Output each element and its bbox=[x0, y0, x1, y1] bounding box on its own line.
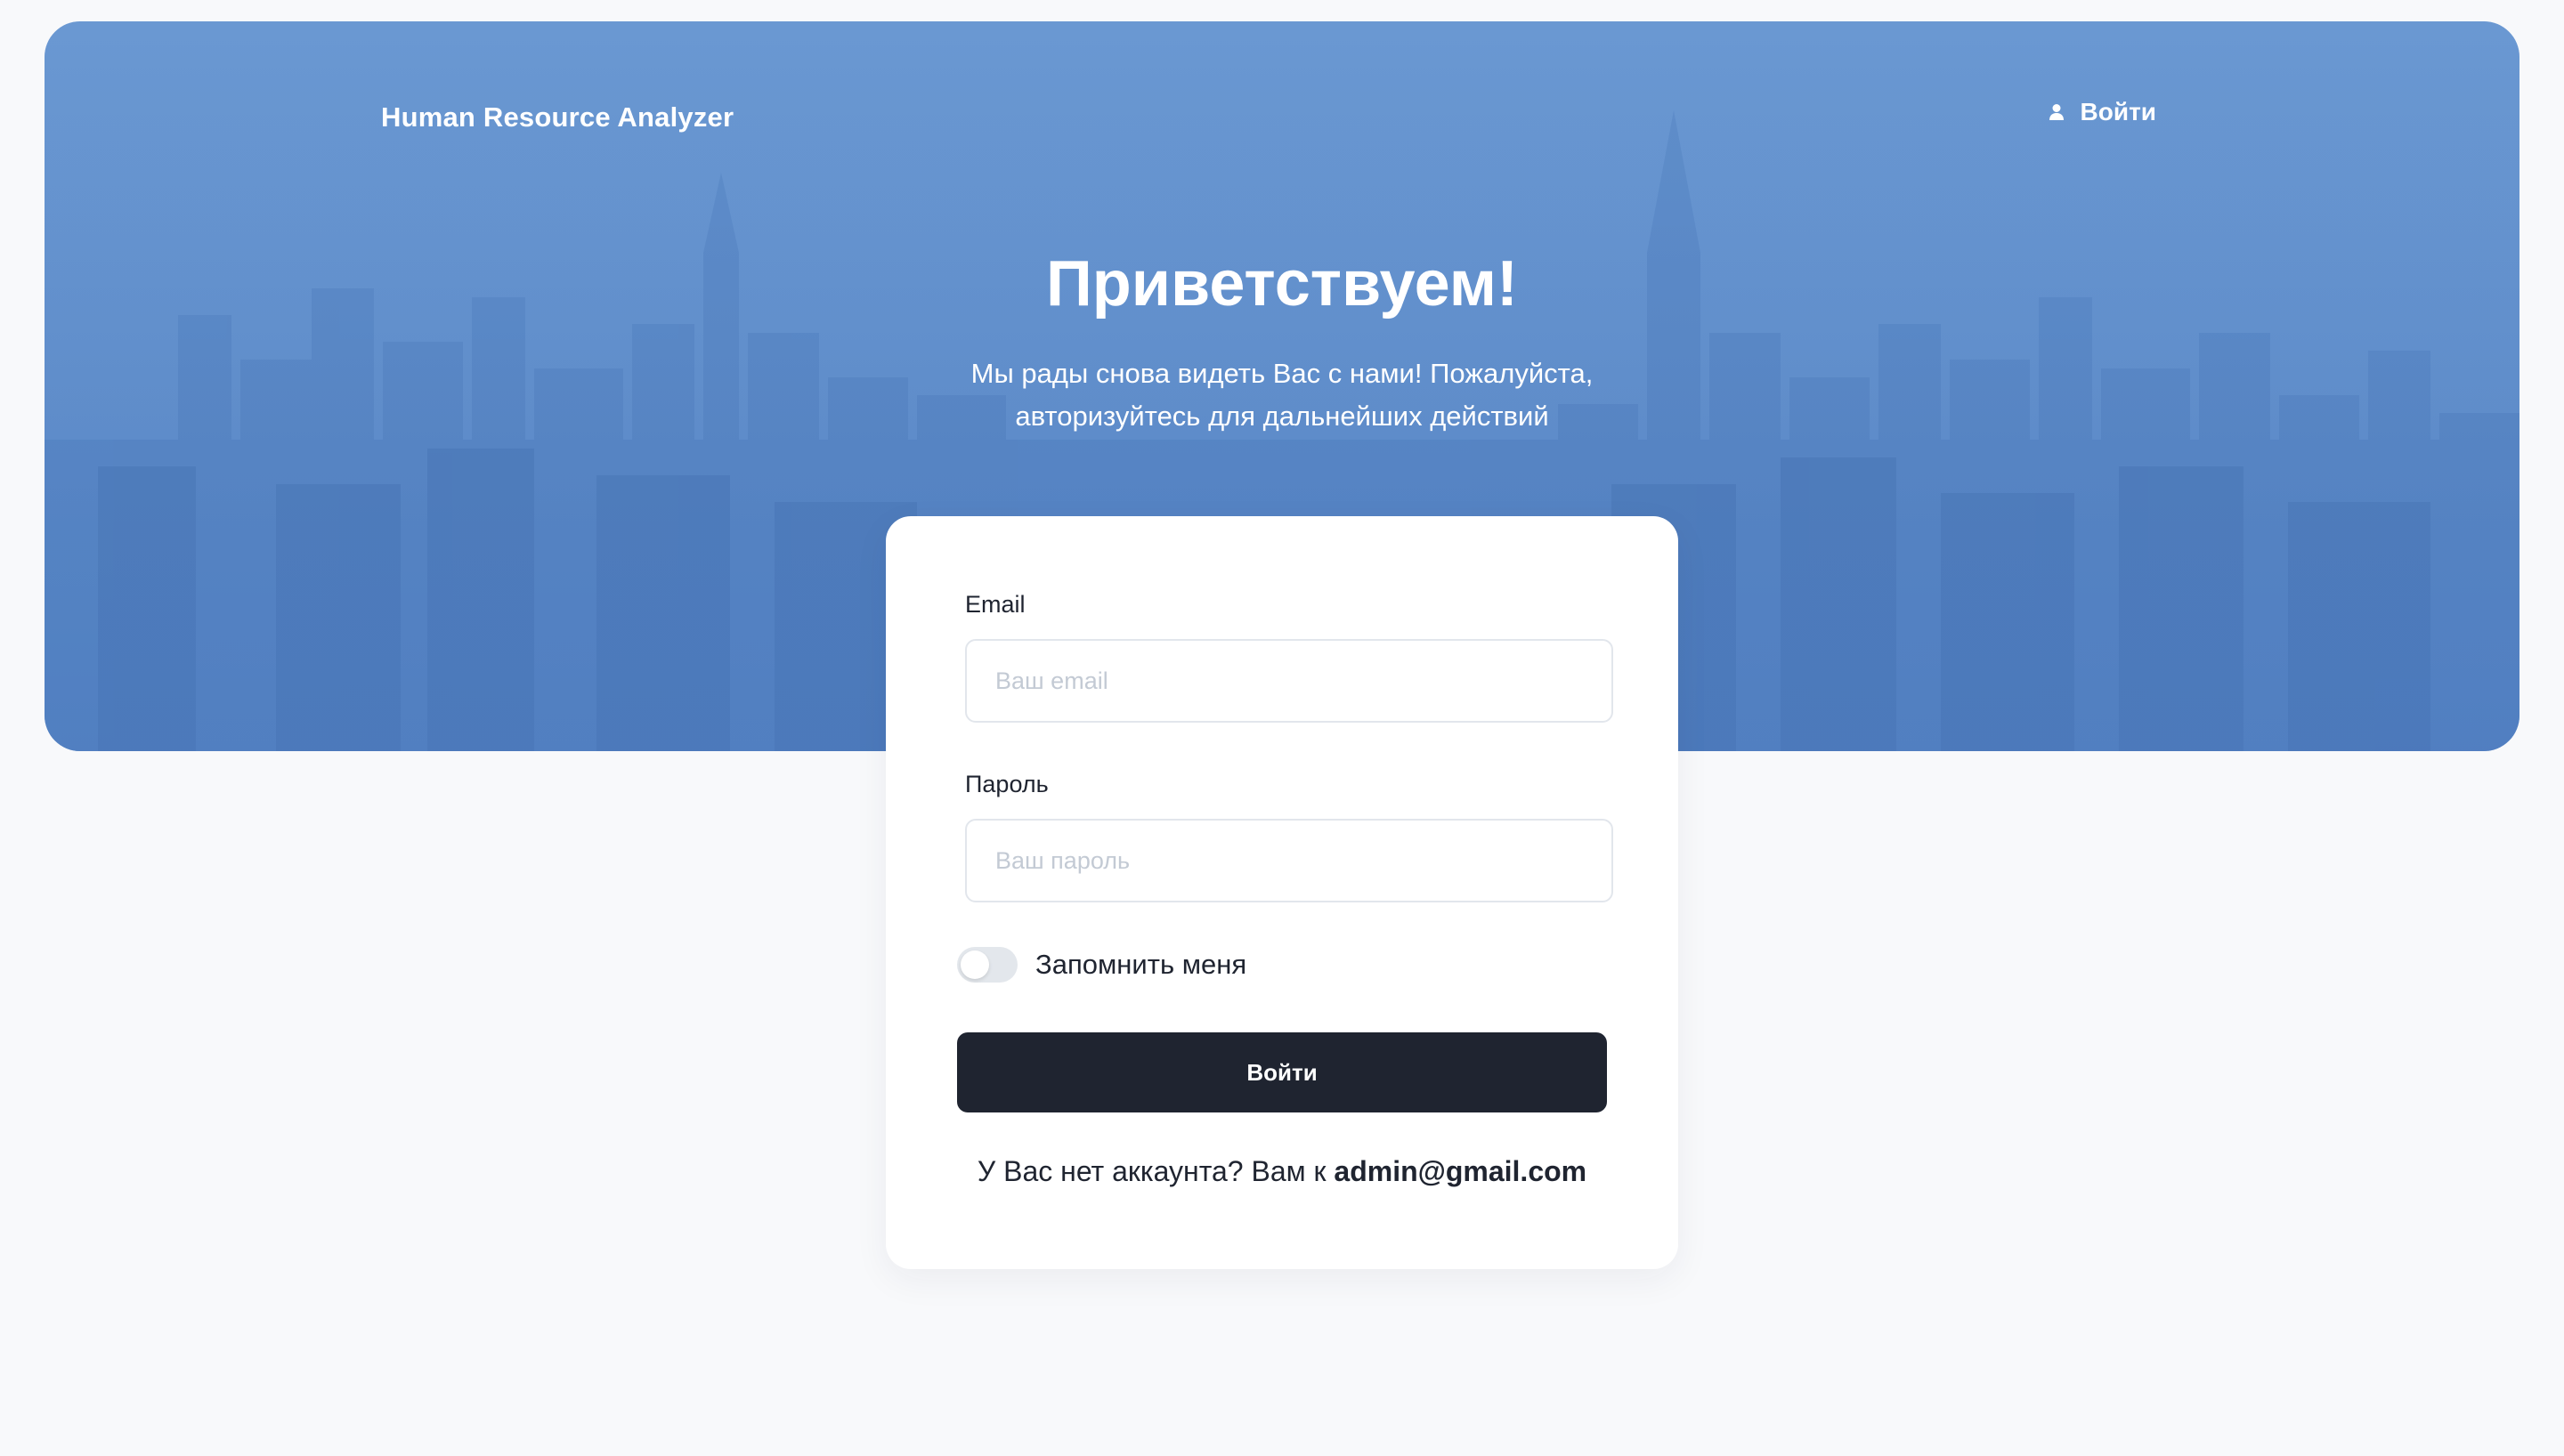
hero-title: Приветствуем! bbox=[1046, 248, 1518, 320]
header-login-link[interactable]: Войти bbox=[2049, 98, 2156, 126]
email-label: Email bbox=[965, 591, 1026, 618]
no-account-prefix: У Вас нет аккаунта? Вам к bbox=[977, 1155, 1327, 1187]
remember-me-toggle[interactable] bbox=[957, 947, 1018, 983]
email-field[interactable] bbox=[965, 639, 1613, 723]
remember-me-label: Запомнить меня bbox=[1035, 949, 1247, 980]
admin-contact-email[interactable]: admin@gmail.com bbox=[1334, 1155, 1586, 1187]
hero-subtitle-line-1: Мы рады снова видеть Вас с нами! Пожалуй… bbox=[970, 358, 1594, 389]
remember-me-row[interactable]: Запомнить меня bbox=[957, 947, 1246, 983]
brand-title[interactable]: Human Resource Analyzer bbox=[381, 101, 734, 133]
toggle-knob bbox=[961, 950, 989, 979]
user-icon bbox=[2049, 103, 2065, 121]
header-login-label: Войти bbox=[2080, 98, 2156, 125]
login-card: Email Пароль Запомнить меня Войти У Вас … bbox=[886, 516, 1678, 1269]
login-submit-button[interactable]: Войти bbox=[957, 1032, 1607, 1112]
password-label: Пароль bbox=[965, 771, 1049, 797]
password-field[interactable] bbox=[965, 819, 1613, 902]
hero-subtitle: Мы рады снова видеть Вас с нами! Пожалуй… bbox=[45, 352, 2519, 438]
hero-subtitle-line-2: авторизуйтесь для дальнейших действий bbox=[1015, 400, 1549, 432]
no-account-text: У Вас нет аккаунта? Вам к admin@gmail.co… bbox=[886, 1155, 1678, 1188]
